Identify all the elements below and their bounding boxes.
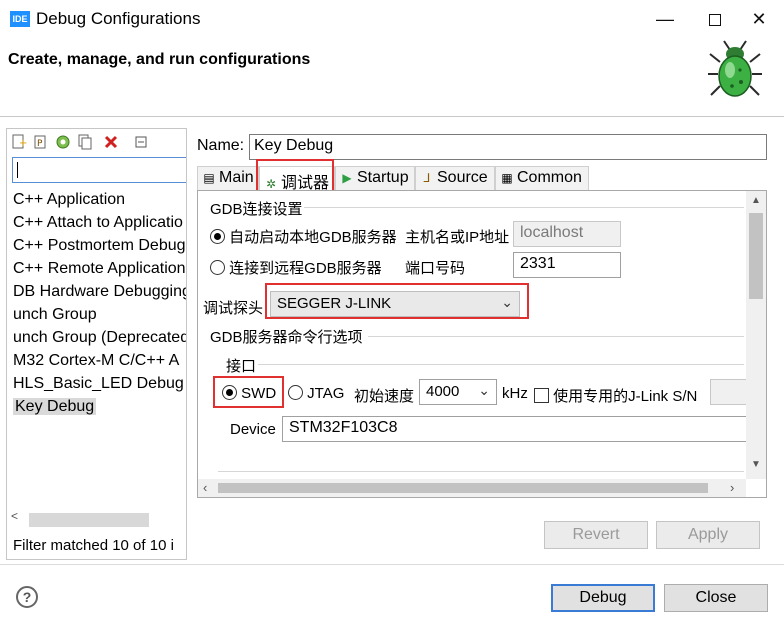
window-title: Debug Configurations bbox=[36, 9, 201, 28]
scroll-right-icon[interactable]: › bbox=[730, 480, 734, 495]
text-caret bbox=[17, 162, 18, 178]
debug-bug-icon bbox=[708, 40, 762, 97]
speed-unit: kHz bbox=[502, 385, 528, 402]
apply-button[interactable]: Apply bbox=[656, 521, 760, 549]
radio-jtag-indicator[interactable] bbox=[288, 385, 303, 400]
group-divider bbox=[258, 364, 744, 365]
jlink-sn-field[interactable] bbox=[710, 379, 750, 405]
config-toolbar: + P bbox=[7, 129, 186, 155]
tab-startup[interactable]: ▶ Startup bbox=[335, 166, 415, 191]
common-tab-icon: ▦ bbox=[501, 171, 513, 185]
list-item[interactable]: C++ Application bbox=[13, 189, 125, 211]
scroll-left-icon[interactable]: < bbox=[11, 509, 18, 523]
title-bar: IDE Debug Configurations — ✕ bbox=[0, 0, 784, 38]
probe-label: 调试探头 bbox=[203, 300, 264, 317]
source-tab-icon: ⅃ bbox=[423, 171, 431, 185]
list-item[interactable]: M32 Cortex-M C/C++ A bbox=[13, 350, 179, 372]
group-divider bbox=[218, 471, 744, 472]
vertical-scrollbar[interactable]: ▲ ▼ bbox=[746, 191, 766, 479]
close-window-button[interactable]: ✕ bbox=[734, 0, 784, 38]
delete-icon[interactable] bbox=[103, 134, 119, 150]
list-item[interactable]: C++ Remote Application bbox=[13, 258, 186, 280]
highlight-probe bbox=[265, 283, 529, 319]
scrollbar-thumb[interactable] bbox=[218, 483, 708, 493]
footer-separator bbox=[0, 564, 784, 565]
export-icon[interactable] bbox=[55, 134, 71, 150]
ide-app-icon: IDE bbox=[10, 11, 30, 27]
device-label: Device bbox=[230, 421, 276, 438]
horizontal-scrollbar[interactable]: ‹ › bbox=[198, 479, 746, 497]
new-config-icon[interactable]: + bbox=[11, 134, 27, 150]
list-item[interactable]: unch Group (Deprecated bbox=[13, 327, 186, 349]
help-icon[interactable]: ? bbox=[16, 586, 38, 608]
interface-group-title: 接口 bbox=[226, 358, 257, 375]
list-item[interactable]: HLS_Basic_LED Debug bbox=[13, 373, 184, 395]
radio-local-gdb[interactable]: 自动启动本地GDB服务器 bbox=[210, 226, 397, 247]
host-label: 主机名或IP地址 bbox=[405, 229, 510, 246]
scrollbar-thumb[interactable] bbox=[29, 513, 149, 527]
device-field[interactable]: STM32F103C8 bbox=[282, 416, 752, 442]
radio-remote-gdb[interactable]: 连接到远程GDB服务器 bbox=[210, 257, 382, 278]
svg-text:P: P bbox=[37, 139, 43, 149]
tab-source[interactable]: ⅃ Source bbox=[415, 166, 495, 191]
jlink-sn-check-indicator[interactable] bbox=[534, 388, 549, 403]
svg-text:+: + bbox=[19, 138, 27, 149]
header-separator bbox=[0, 116, 784, 117]
revert-button[interactable]: Revert bbox=[544, 521, 648, 549]
port-field[interactable]: 2331 bbox=[513, 252, 621, 278]
chevron-down-icon: ⌄ bbox=[478, 382, 490, 398]
group-divider bbox=[304, 207, 744, 208]
config-tree-panel: + P C++ Application C++ Attach to Applic… bbox=[6, 128, 187, 560]
list-item[interactable]: C++ Attach to Applicatio bbox=[13, 212, 183, 234]
list-item[interactable]: unch Group bbox=[13, 304, 97, 326]
speed-label: 初始速度 bbox=[354, 388, 415, 405]
new-prototype-icon[interactable]: P bbox=[33, 134, 49, 150]
group-divider bbox=[368, 336, 744, 337]
main-tab-icon: ▤ bbox=[203, 171, 215, 185]
server-options-title: GDB服务器命令行选项 bbox=[210, 329, 363, 346]
scrollbar-thumb[interactable] bbox=[749, 213, 763, 299]
gdb-group-title: GDB连接设置 bbox=[210, 201, 303, 218]
list-item[interactable]: DB Hardware Debugging bbox=[13, 281, 186, 303]
port-label: 端口号码 bbox=[405, 260, 466, 277]
list-item-selected[interactable]: Key Debug bbox=[13, 396, 97, 418]
highlight-swd bbox=[213, 376, 284, 408]
scroll-up-icon[interactable]: ▲ bbox=[751, 195, 761, 206]
filter-status: Filter matched 10 of 10 i bbox=[13, 537, 174, 554]
tab-main[interactable]: ▤ Main bbox=[197, 166, 259, 191]
radio-jtag[interactable]: JTAG bbox=[288, 385, 344, 402]
radio-local-indicator[interactable] bbox=[210, 229, 225, 244]
filter-input[interactable] bbox=[12, 157, 186, 183]
startup-tab-icon: ▶ bbox=[342, 171, 352, 185]
jlink-sn-checkbox[interactable]: 使用专用的J-Link S/N bbox=[534, 385, 697, 406]
list-item[interactable]: C++ Postmortem Debugg bbox=[13, 235, 186, 257]
collapse-all-icon[interactable] bbox=[133, 134, 149, 150]
debugger-tab-content: GDB连接设置 自动启动本地GDB服务器 主机名或IP地址 localhost … bbox=[197, 190, 767, 498]
minimize-button[interactable]: — bbox=[640, 0, 690, 38]
name-label: Name: bbox=[197, 137, 245, 154]
tab-common[interactable]: ▦ Common bbox=[495, 166, 589, 191]
horizontal-scrollbar[interactable]: < bbox=[7, 509, 186, 529]
debug-button[interactable]: Debug bbox=[551, 584, 655, 612]
close-button[interactable]: Close bbox=[664, 584, 768, 612]
duplicate-icon[interactable] bbox=[77, 134, 93, 150]
maximize-icon bbox=[709, 14, 721, 27]
scroll-down-icon[interactable]: ▼ bbox=[751, 459, 761, 470]
radio-remote-indicator[interactable] bbox=[210, 260, 225, 275]
name-field[interactable]: Key Debug bbox=[249, 134, 767, 160]
speed-select[interactable]: 4000 ⌄ bbox=[419, 379, 497, 405]
scroll-left-icon[interactable]: ‹ bbox=[203, 480, 207, 495]
host-field[interactable]: localhost bbox=[513, 221, 621, 247]
header-title: Create, manage, and run configurations bbox=[8, 51, 311, 68]
maximize-button[interactable] bbox=[690, 0, 740, 38]
